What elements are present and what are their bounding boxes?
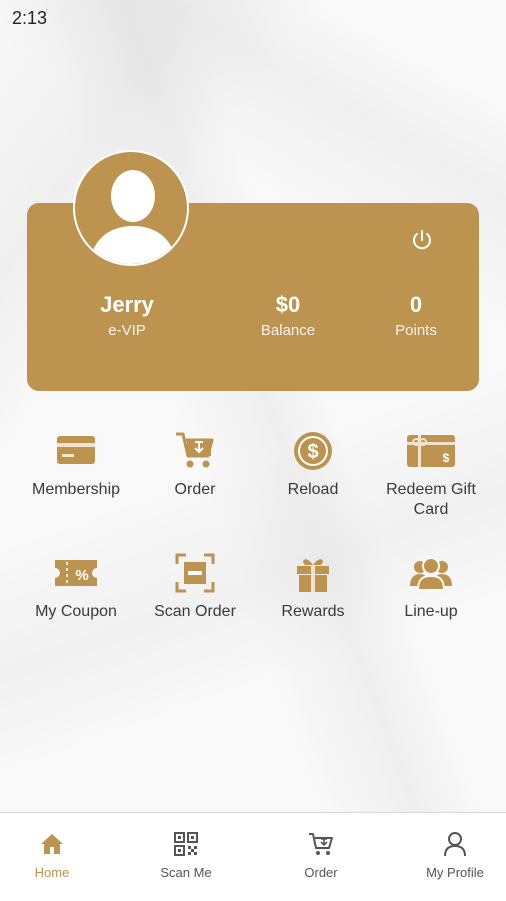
balance-value: $0 — [275, 292, 301, 317]
scan-icon — [174, 552, 216, 594]
group-icon — [410, 552, 452, 594]
nav-my-profile-label: My Profile — [426, 865, 484, 880]
person-silhouette-icon — [89, 170, 177, 264]
person-icon — [442, 831, 468, 857]
balance-label: Balance — [260, 322, 316, 339]
avatar[interactable] — [73, 150, 189, 266]
menu-item-label: Membership — [31, 481, 121, 498]
cart-icon — [308, 831, 334, 857]
menu-item-scan-order[interactable]: Scan Order — [135, 552, 255, 622]
profile-name-block: Jerry e-VIP — [77, 292, 177, 339]
gift-icon — [292, 552, 334, 594]
menu-item-my-coupon[interactable]: % My Coupon — [16, 552, 136, 622]
profile-name: Jerry — [100, 292, 154, 317]
menu-item-redeem-gift-card[interactable]: $ Redeem Gift Card — [371, 430, 491, 520]
dollar-coin-icon: $ — [292, 430, 334, 472]
qr-code-icon — [173, 831, 199, 857]
cart-icon — [174, 430, 216, 472]
menu-item-label: My Coupon — [35, 603, 117, 620]
nav-scan-me-label: Scan Me — [160, 865, 212, 880]
points-value: 0 — [409, 292, 423, 317]
menu-item-reload[interactable]: $ Reload — [253, 430, 373, 500]
status-bar-time: 2:13 — [12, 8, 48, 28]
home-icon — [39, 831, 65, 857]
menu-item-label: Redeem Gift Card — [386, 481, 476, 518]
power-icon[interactable] — [410, 228, 434, 252]
svg-text:$: $ — [443, 451, 450, 465]
menu-item-label: Rewards — [281, 603, 345, 620]
nav-my-profile[interactable]: My Profile — [400, 831, 506, 880]
svg-text:%: % — [75, 567, 88, 584]
marble-background — [0, 0, 506, 812]
bottom-navigation: Home Scan Me Order My Profile — [0, 812, 506, 901]
balance-block[interactable]: $0 Balance — [238, 292, 338, 339]
nav-scan-me[interactable]: Scan Me — [131, 831, 241, 880]
menu-item-label: Reload — [287, 481, 339, 498]
nav-order[interactable]: Order — [266, 831, 376, 880]
profile-tier: e-VIP — [108, 322, 146, 339]
menu-item-label: Line-up — [404, 603, 458, 620]
menu-item-label: Order — [174, 481, 216, 498]
card-icon — [55, 430, 97, 472]
menu-item-order[interactable]: Order — [135, 430, 255, 500]
menu-item-membership[interactable]: Membership — [16, 430, 136, 500]
gift-card-icon: $ — [406, 430, 456, 472]
menu-item-rewards[interactable]: Rewards — [253, 552, 373, 622]
coupon-icon: % — [53, 552, 99, 594]
svg-text:$: $ — [307, 441, 318, 463]
menu-item-line-up[interactable]: Line-up — [371, 552, 491, 622]
nav-order-label: Order — [304, 865, 338, 880]
points-block[interactable]: 0 Points — [366, 292, 466, 339]
points-label: Points — [395, 322, 437, 339]
nav-home-label: Home — [34, 865, 70, 880]
menu-item-label: Scan Order — [154, 603, 236, 620]
nav-home[interactable]: Home — [0, 831, 107, 880]
